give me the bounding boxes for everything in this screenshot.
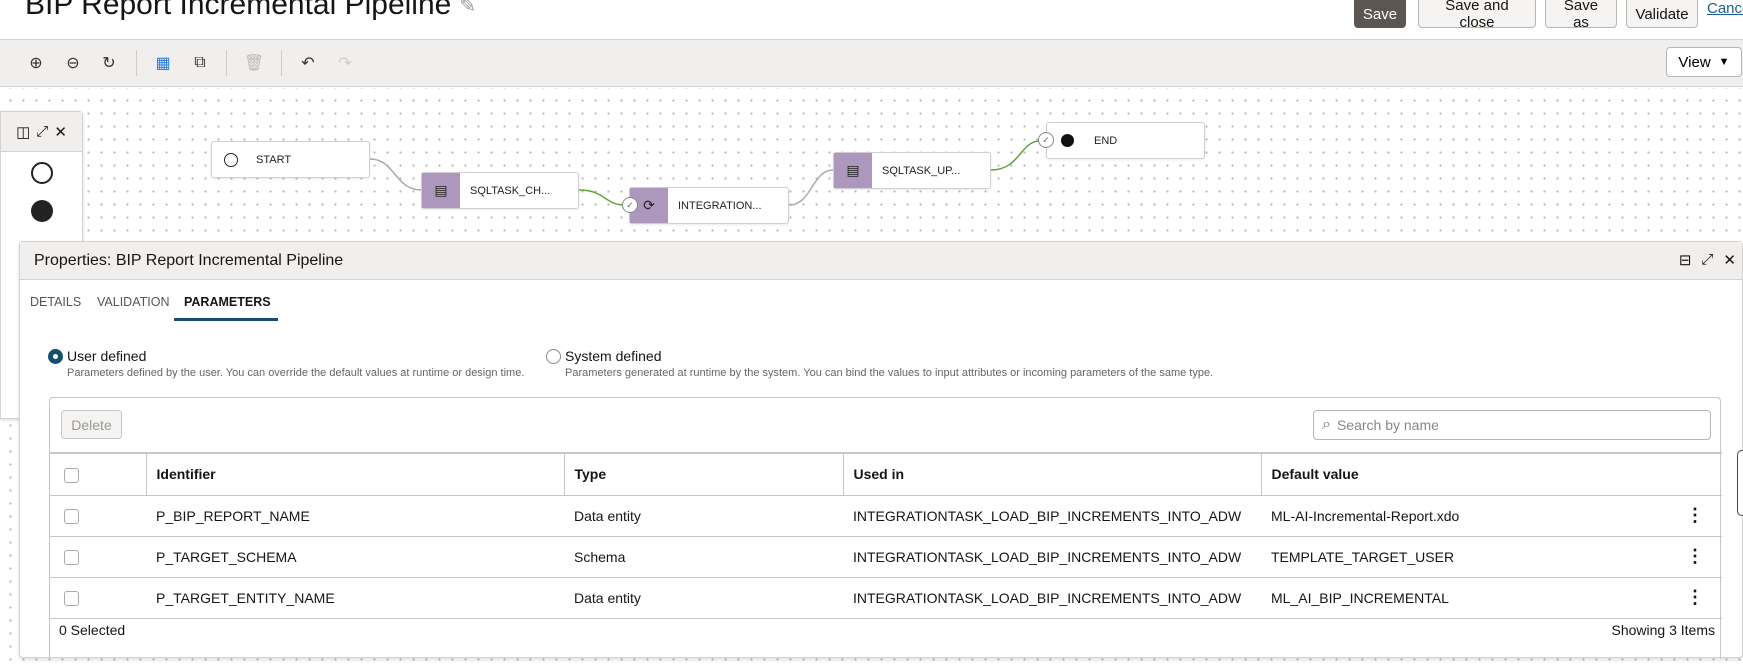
user-defined-radio[interactable]: User defined xyxy=(48,348,146,364)
radio-label: User defined xyxy=(67,348,147,364)
type-cell: Data entity xyxy=(564,577,843,619)
row-checkbox-cell[interactable] xyxy=(50,536,146,578)
row-checkbox[interactable] xyxy=(64,549,79,565)
node-end[interactable]: END xyxy=(1046,122,1205,159)
tab-parameters[interactable]: PARAMETERS xyxy=(184,295,271,309)
start-circle-icon xyxy=(224,152,238,167)
node-label: END xyxy=(1094,134,1118,147)
node-start[interactable]: START xyxy=(211,141,370,178)
condition-port-icon[interactable]: ✓ xyxy=(622,197,638,213)
row-checkbox[interactable] xyxy=(64,508,79,524)
identifier-cell: P_TARGET_SCHEMA xyxy=(146,536,564,578)
used-in-cell: INTEGRATIONTASK_LOAD_BIP_INCREMENTS_INTO… xyxy=(843,536,1261,578)
node-label: SQLTASK_UP... xyxy=(882,164,961,177)
system-defined-description: Parameters generated at runtime by the s… xyxy=(565,367,1214,379)
column-header-default-value[interactable]: Default value xyxy=(1260,452,1722,496)
search-input[interactable] xyxy=(1336,417,1677,433)
node-sqltask-ch[interactable]: ▤ SQLTASK_CH... xyxy=(421,172,579,209)
search-field[interactable]: ⌕ xyxy=(1313,410,1711,440)
table-row[interactable]: P_BIP_REPORT_NAME Data entity INTEGRATIO… xyxy=(50,495,1722,537)
edge xyxy=(990,140,1041,171)
identifier-cell: P_TARGET_ENTITY_NAME xyxy=(146,577,564,619)
expand-icon[interactable]: ⤢ xyxy=(1701,251,1713,269)
used-in-cell: INTEGRATIONTASK_LOAD_BIP_INCREMENTS_INTO… xyxy=(843,495,1261,537)
row-checkbox-cell[interactable] xyxy=(50,495,146,537)
expand-icon[interactable]: ⤢ xyxy=(36,123,48,140)
user-defined-description: Parameters defined by the user. You can … xyxy=(67,367,525,379)
sql-task-icon: ▤ xyxy=(422,173,460,208)
radio-unselected[interactable] xyxy=(546,348,561,364)
system-defined-radio[interactable]: System defined xyxy=(546,348,662,364)
showing-count: Showing 3 Items xyxy=(1611,622,1716,638)
end-circle-icon xyxy=(1061,134,1074,147)
identifier-cell: P_BIP_REPORT_NAME xyxy=(146,495,564,537)
condition-port-icon[interactable]: ✓ xyxy=(1038,132,1054,148)
radio-label: System defined xyxy=(565,348,662,364)
used-in-cell: INTEGRATIONTASK_LOAD_BIP_INCREMENTS_INTO… xyxy=(843,577,1261,619)
default-value-cell: ML-AI-Incremental-Report.xdo xyxy=(1261,495,1661,537)
node-label: SQLTASK_CH... xyxy=(470,184,551,197)
type-cell: Schema xyxy=(564,536,843,578)
default-value-cell: ML_AI_BIP_INCREMENTAL xyxy=(1261,577,1661,619)
row-actions-menu-icon[interactable]: ⋮ xyxy=(1661,577,1722,619)
column-header-used-in[interactable]: Used in xyxy=(842,452,1261,496)
side-panel-handle[interactable] xyxy=(1737,450,1743,516)
row-checkbox-cell[interactable] xyxy=(50,577,146,619)
tab-details[interactable]: DETAILS xyxy=(30,295,81,309)
type-cell: Data entity xyxy=(564,495,843,537)
properties-title: Properties: BIP Report Incremental Pipel… xyxy=(34,251,344,269)
search-icon: ⌕ xyxy=(1322,416,1331,433)
dock-icon[interactable]: ⊟ xyxy=(1679,251,1692,269)
default-value-cell: TEMPLATE_TARGET_USER xyxy=(1261,536,1661,578)
close-icon[interactable]: ✕ xyxy=(1723,251,1736,269)
edge xyxy=(369,158,422,191)
edge xyxy=(788,169,834,206)
close-icon[interactable]: ✕ xyxy=(54,123,67,141)
table-row[interactable]: P_TARGET_ENTITY_NAME Data entity INTEGRA… xyxy=(50,577,1722,619)
select-all-checkbox[interactable] xyxy=(64,467,79,483)
node-label: INTEGRATION... xyxy=(678,199,762,212)
radio-selected[interactable] xyxy=(48,348,63,364)
node-sqltask-up[interactable]: ▤ SQLTASK_UP... xyxy=(833,152,991,189)
row-actions-menu-icon[interactable]: ⋮ xyxy=(1661,495,1722,537)
end-operator[interactable] xyxy=(30,200,53,222)
start-operator[interactable] xyxy=(30,162,53,184)
delete-button[interactable]: Delete xyxy=(61,410,122,439)
table-header-row: Identifier Type Used in Default value xyxy=(50,452,1722,496)
node-label: START xyxy=(256,153,292,166)
parameters-table: Delete ⌕ Identifier Type Used in Default… xyxy=(49,397,1722,659)
row-actions-menu-icon[interactable]: ⋮ xyxy=(1661,536,1722,578)
sql-task-icon: ▤ xyxy=(834,153,872,188)
table-row[interactable]: P_TARGET_SCHEMA Schema INTEGRATIONTASK_L… xyxy=(50,536,1722,578)
panel-toggle-icon[interactable]: ◫ xyxy=(16,123,30,141)
column-header-identifier[interactable]: Identifier xyxy=(145,452,564,496)
tab-validation[interactable]: VALIDATION xyxy=(97,295,169,309)
properties-panel: Properties: BIP Report Incremental Pipel… xyxy=(19,241,1743,659)
edge xyxy=(578,189,625,206)
node-integration[interactable]: ⟳ INTEGRATION... xyxy=(629,187,789,224)
selected-count: 0 Selected xyxy=(59,622,126,638)
select-all-checkbox-cell[interactable] xyxy=(50,452,146,496)
column-header-type[interactable]: Type xyxy=(563,452,843,496)
active-tab-indicator xyxy=(174,318,278,321)
row-checkbox[interactable] xyxy=(64,590,79,606)
